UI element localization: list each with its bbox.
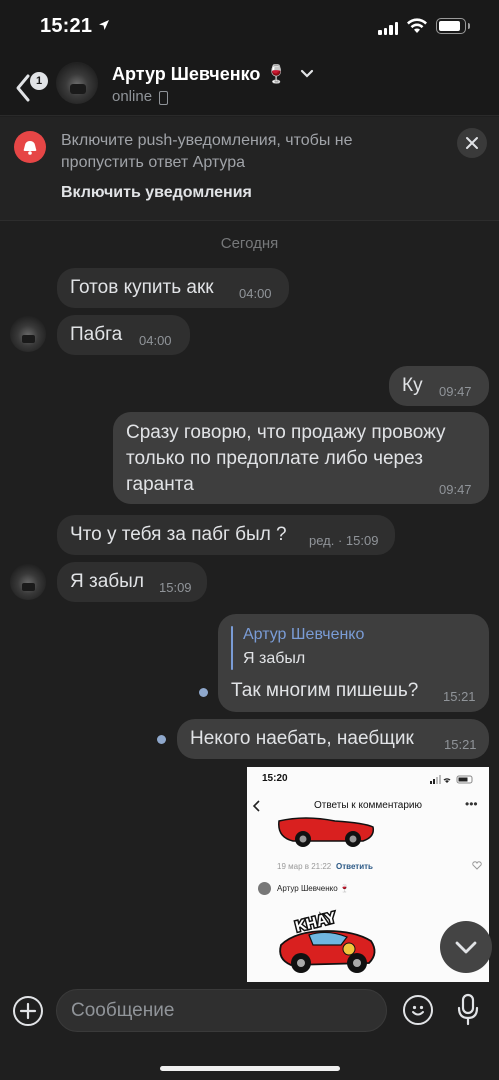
mobile-phone-icon (159, 91, 168, 105)
message-time: 09:47 (439, 384, 472, 399)
contact-avatar[interactable] (56, 62, 98, 104)
message-text: Что у тебя за пабг был ? (70, 524, 287, 545)
message-edited-time: ред. · 15:09 (309, 533, 379, 548)
push-notification-banner: Включите push-уведомления, чтобы не проп… (0, 117, 499, 221)
embed-user-avatar (258, 882, 271, 895)
contact-avatar-small[interactable] (10, 564, 46, 600)
unread-indicator (157, 735, 166, 744)
message-text: Так многим пишешь? (231, 680, 419, 701)
bell-icon (14, 131, 46, 163)
message-time: 04:00 (239, 286, 272, 301)
message-time: 15:21 (444, 737, 477, 752)
attach-button[interactable] (13, 996, 43, 1026)
heart-icon (472, 861, 482, 870)
message-bubble-outgoing[interactable]: Некого наебать, наебщик 15:21 (177, 719, 489, 759)
reply-quote-bar (231, 626, 233, 670)
car-sticker-partial (278, 817, 375, 847)
wifi-icon (407, 18, 427, 33)
location-arrow-icon (99, 20, 109, 30)
chevron-down-icon (455, 941, 477, 954)
message-time: 04:00 (139, 333, 172, 348)
message-time: 15:09 (159, 580, 192, 595)
reply-quote-text: Я забыл (243, 650, 306, 667)
message-text: Пабга (70, 324, 123, 345)
message-bubble-incoming[interactable]: Что у тебя за пабг был ? ред. · 15:09 (57, 515, 395, 555)
message-text: Готов купить акк (70, 277, 214, 298)
message-bubble-incoming[interactable]: Пабга 04:00 (57, 315, 190, 355)
message-composer (0, 982, 499, 1080)
scroll-to-bottom-button[interactable] (440, 921, 492, 973)
message-bubble-incoming[interactable]: Готов купить акк 04:00 (57, 268, 289, 308)
more-icon: ••• (465, 797, 478, 811)
chevron-down-icon[interactable] (300, 69, 314, 79)
close-icon (466, 137, 478, 149)
reply-author[interactable]: Артур Шевченко (243, 622, 364, 648)
message-time: 15:21 (443, 689, 476, 704)
embed-user-name: Артур Шевченко 🍷 (277, 884, 350, 893)
chat-header: 1 Артур Шевченко 🍷 online (0, 56, 499, 116)
smiley-icon (412, 1005, 424, 1016)
message-input[interactable] (71, 990, 371, 1031)
back-button[interactable]: 1 (8, 64, 48, 108)
close-banner-button[interactable] (457, 128, 487, 158)
plus-icon (19, 1002, 37, 1020)
battery-icon (436, 18, 470, 34)
message-time: 09:47 (439, 482, 472, 497)
message-input-container[interactable] (56, 989, 387, 1032)
emoji-button[interactable] (403, 995, 433, 1025)
message-text: Я забыл (70, 571, 144, 592)
unread-indicator (199, 688, 208, 697)
status-bar: 15:21 (0, 0, 499, 56)
embed-reply-link: Ответить (336, 862, 373, 871)
contact-avatar-small[interactable] (10, 316, 46, 352)
unread-badge: 1 (30, 72, 48, 90)
microphone-icon[interactable] (455, 993, 481, 1027)
message-text-line: Сразу говорю, что продажу провожу (126, 422, 446, 443)
embed-status-icons (430, 775, 473, 784)
message-text: Некого наебать, наебщик (190, 728, 414, 749)
date-separator: Сегодня (220, 235, 279, 252)
contact-status: online (112, 88, 153, 105)
message-bubble-outgoing[interactable]: Сразу говорю, что продажу провожу только… (113, 412, 489, 504)
contact-name[interactable]: Артур Шевченко 🍷 (112, 64, 288, 85)
message-bubble-outgoing[interactable]: Ку 09:47 (389, 366, 489, 406)
message-text: Ку (402, 375, 423, 396)
car-sticker: KHAY (279, 908, 376, 973)
message-text-line: гаранта (126, 474, 194, 495)
message-bubble-incoming[interactable]: Я забыл 15:09 (57, 562, 207, 602)
message-text-line: только по предоплате либо через (126, 448, 423, 469)
embed-comment-date: 19 мар в 21:22 (277, 862, 332, 871)
cellular-signal-icon (378, 21, 398, 35)
enable-notifications-link[interactable]: Включить уведомления (61, 184, 252, 202)
embed-status-time: 15:20 (262, 773, 288, 784)
push-banner-text: Включите push-уведомления, чтобы не проп… (61, 132, 353, 171)
home-indicator (160, 1066, 340, 1071)
status-time: 15:21 (40, 15, 93, 37)
embed-title: Ответы к комментарию (313, 800, 423, 811)
message-bubble-outgoing-reply[interactable]: Артур Шевченко Я забыл Так многим пишешь… (218, 614, 489, 712)
